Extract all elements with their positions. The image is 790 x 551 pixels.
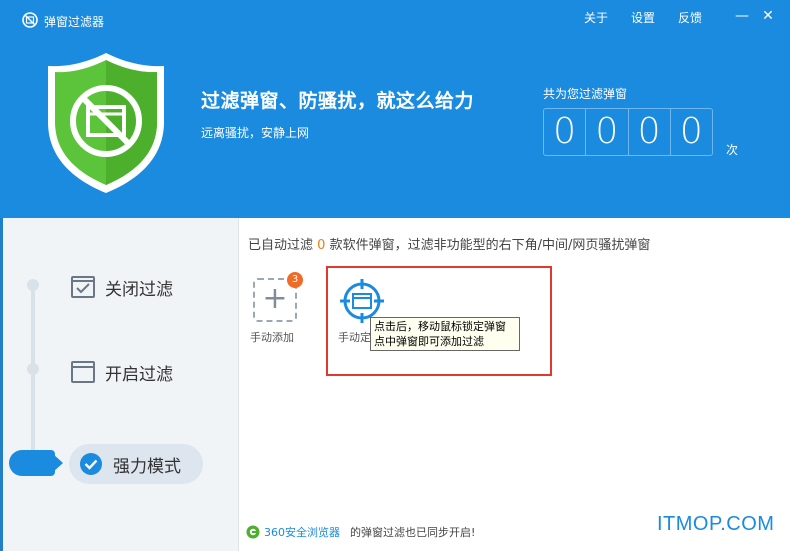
mode-sidebar: 关闭过滤 开启过滤 强力模式	[3, 218, 239, 551]
feedback-link[interactable]: 反馈	[678, 9, 702, 26]
filter-status-line: 已自动过滤 0 款软件弹窗，过滤非功能型的右下角/中间/网页骚扰弹窗	[248, 234, 650, 253]
close-button[interactable]: ✕	[757, 6, 779, 26]
locate-tooltip: 点击后，移动鼠标锁定弹窗 点中弹窗即可添加过滤	[370, 317, 520, 351]
about-link[interactable]: 关于	[584, 9, 608, 26]
counter-digit: 0	[679, 111, 703, 152]
tooltip-line: 点击后，移动鼠标锁定弹窗	[374, 320, 506, 333]
check-circle-icon	[80, 453, 102, 475]
counter-digit: 0	[629, 109, 671, 155]
sub-slogan: 远离骚扰，安静上网	[201, 126, 310, 140]
minimize-button[interactable]: —	[731, 6, 753, 26]
manual-add-label: 手动添加	[250, 331, 294, 344]
watermark-text: ITMOP.COM	[657, 513, 775, 535]
status-prefix: 已自动过滤	[248, 238, 314, 253]
counter-digit: 0	[544, 109, 587, 155]
window-icon	[71, 361, 95, 383]
slider-handle[interactable]	[9, 450, 63, 476]
footer-bar: 360安全浏览器 的弹窗过滤也已同步开启!	[246, 524, 475, 540]
checkbox-window-icon	[71, 276, 95, 298]
shield-block-icon	[48, 53, 164, 193]
settings-link[interactable]: 设置	[631, 9, 655, 26]
browser-link[interactable]: 360安全浏览器	[264, 524, 340, 540]
status-suffix: 款软件弹窗，过滤非功能型的右下角/中间/网页骚扰弹窗	[329, 238, 651, 253]
sidebar-item-strong-mode[interactable]: 强力模式	[69, 444, 203, 484]
filtered-count: 0	[317, 238, 326, 253]
app-logo-icon	[22, 12, 38, 28]
slogan-heading: 过滤弹窗、防骚扰，就这么给力	[201, 90, 475, 112]
counter-unit: 次	[726, 143, 739, 157]
sidebar-item-disable-filter[interactable]: 关闭过滤	[71, 267, 173, 307]
sidebar-item-label: 强力模式	[113, 456, 181, 477]
sidebar-item-label: 关闭过滤	[105, 279, 173, 300]
footer-text: 的弹窗过滤也已同步开启!	[350, 526, 476, 539]
tooltip-line: 点中弹窗即可添加过滤	[374, 335, 484, 348]
browser-logo-icon	[246, 525, 260, 539]
count-badge: 3	[287, 272, 303, 288]
slider-stop-dot[interactable]	[27, 363, 39, 375]
window-title: 弹窗过滤器	[44, 15, 105, 29]
sidebar-item-label: 开启过滤	[105, 364, 173, 385]
sidebar-item-enable-filter[interactable]: 开启过滤	[71, 352, 173, 392]
mode-slider-rail	[31, 283, 35, 468]
header-banner: 弹窗过滤器 关于 设置 反馈 — ✕ 过滤弹窗、防骚扰，就这么给力 远离骚扰，安…	[0, 0, 790, 218]
counter-label: 共为您过滤弹窗	[543, 87, 628, 101]
counter-digit: 0	[586, 109, 629, 155]
slider-stop-dot[interactable]	[27, 279, 39, 291]
blocked-counter: 0 0 0 0	[543, 108, 713, 156]
